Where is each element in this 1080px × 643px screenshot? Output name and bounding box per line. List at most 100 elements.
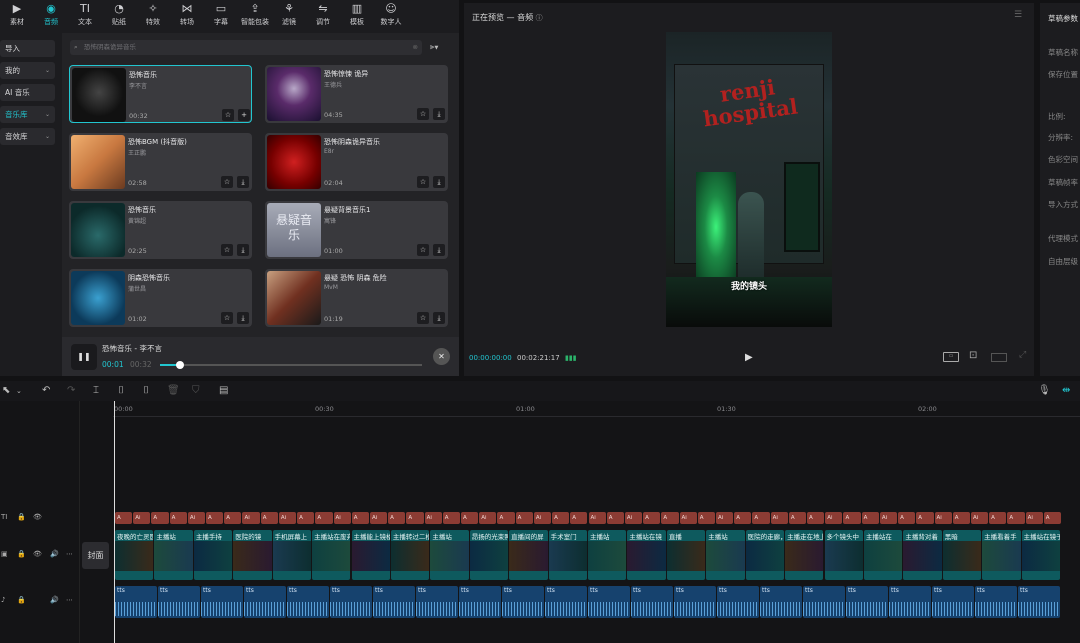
text-segment[interactable]: Ai xyxy=(533,512,552,524)
text-segment[interactable]: Ai xyxy=(242,512,260,524)
download-icon[interactable]: ⤓ xyxy=(433,108,445,120)
text-segment[interactable]: Ai xyxy=(770,512,788,524)
split-icon[interactable]: ⌶ xyxy=(93,385,99,396)
text-segment[interactable]: Ai xyxy=(970,512,989,524)
audio-clip[interactable]: tts xyxy=(502,586,544,618)
audio-clip[interactable]: tts xyxy=(889,586,931,618)
video-clip[interactable]: 夜晚的亡灵医院 xyxy=(115,530,154,580)
nav-item[interactable]: 音乐库 ⌄ xyxy=(0,106,55,123)
video-clip[interactable]: 黑暗 xyxy=(942,530,982,580)
music-card[interactable]: 恐怖音乐 李不言 00:32 ☆ + xyxy=(69,65,252,123)
text-segment[interactable]: A xyxy=(224,512,242,524)
snap-toggle-icon[interactable]: ⇹ xyxy=(1062,385,1070,396)
video-clip[interactable]: 主播站在镜 xyxy=(627,530,666,580)
text-segment[interactable]: A xyxy=(1043,512,1061,524)
audio-mute-icon[interactable]: 🔊 xyxy=(50,596,59,604)
text-segment[interactable]: A xyxy=(351,512,369,524)
tab-transition[interactable]: ⋈ 转场 xyxy=(172,3,202,31)
text-segment[interactable]: A xyxy=(515,512,533,524)
text-segment[interactable]: A xyxy=(643,512,661,524)
video-lock-icon[interactable]: 🔒 xyxy=(17,550,26,558)
text-segment[interactable]: Ai xyxy=(679,512,697,524)
video-eye-icon[interactable]: 👁 xyxy=(33,550,42,558)
audio-clip[interactable]: tts xyxy=(115,586,157,618)
music-card[interactable]: 悬疑背景音乐1 寓锋 01:00 ☆ ⤓ 悬疑音乐 xyxy=(265,201,448,259)
fullscreen-icon[interactable]: ⤢ xyxy=(1019,350,1026,360)
text-segment[interactable]: A xyxy=(734,512,752,524)
download-icon[interactable]: ⤓ xyxy=(433,176,445,188)
video-clip[interactable]: 手术室门 xyxy=(548,530,587,580)
music-card[interactable]: 悬疑 恐怖 阴森 危险 MvM 01:19 ☆ ⤓ xyxy=(265,269,448,327)
audio-clip[interactable]: tts xyxy=(459,586,501,618)
video-mute-icon[interactable]: 🔊 xyxy=(50,550,59,558)
audio-clip[interactable]: tts xyxy=(244,586,286,618)
tab-filter[interactable]: ⚘ 滤镜 xyxy=(274,3,304,31)
text-segment[interactable]: Ai xyxy=(333,512,351,524)
subtitle-toggle-icon[interactable]: ▭ xyxy=(943,352,959,362)
audio-clip[interactable]: tts xyxy=(1018,586,1060,618)
play-button[interactable]: ▶ xyxy=(745,352,753,363)
audio-clip[interactable]: tts xyxy=(158,586,200,618)
select-tool-icon[interactable]: ⬉ xyxy=(2,385,10,396)
tab-digital-human[interactable]: ☺ 数字人 xyxy=(376,3,406,31)
video-more-icon[interactable]: ⋯ xyxy=(66,550,73,558)
text-segment[interactable]: Ai xyxy=(187,512,206,524)
favorite-star-icon[interactable]: ☆ xyxy=(417,244,429,256)
audio-clip[interactable]: tts xyxy=(545,586,587,618)
marker-icon[interactable]: ⛉ xyxy=(192,385,200,396)
tab-sticker[interactable]: ◔ 贴纸 xyxy=(104,3,134,31)
video-clip[interactable]: 多个镜头中 xyxy=(824,530,863,580)
text-segment[interactable]: Ai xyxy=(133,512,151,524)
text-segment[interactable]: A xyxy=(115,512,133,524)
favorite-star-icon[interactable]: ☆ xyxy=(417,176,429,188)
music-card[interactable]: 恐怖惊悚 诡异 王德兵 04:35 ☆ ⤓ xyxy=(265,65,448,123)
text-segment[interactable]: Ai xyxy=(424,512,442,524)
text-segment[interactable]: Ai xyxy=(369,512,388,524)
undo-icon[interactable]: ↶ xyxy=(42,385,50,396)
nav-item[interactable]: 音效库 ⌄ xyxy=(0,128,55,145)
tab-media[interactable]: ▶ 素材 xyxy=(2,3,32,31)
favorite-star-icon[interactable]: ☆ xyxy=(221,176,233,188)
text-segment[interactable]: Ai xyxy=(588,512,606,524)
video-clip[interactable]: 主播站 xyxy=(430,530,469,580)
text-segment[interactable]: A xyxy=(952,512,970,524)
download-icon[interactable]: ⤓ xyxy=(237,244,249,256)
video-clip[interactable]: 主播背对着 xyxy=(903,530,942,580)
nav-item[interactable]: 导入 xyxy=(0,40,55,57)
close-player-button[interactable]: ✕ xyxy=(433,348,450,365)
text-segment[interactable]: A xyxy=(989,512,1007,524)
audio-clip[interactable]: tts xyxy=(201,586,243,618)
audio-clip[interactable]: tts xyxy=(803,586,845,618)
video-clip[interactable]: 主播站 xyxy=(588,530,627,580)
video-clip[interactable]: 主播站 xyxy=(154,530,193,580)
text-segment[interactable]: A xyxy=(260,512,278,524)
audio-clip[interactable]: tts xyxy=(416,586,458,618)
download-icon[interactable]: ⤓ xyxy=(237,176,249,188)
video-clip[interactable]: 医院的镜 xyxy=(233,530,272,580)
split-right-icon[interactable]: ⌷ xyxy=(143,385,149,396)
text-segment[interactable]: A xyxy=(315,512,333,524)
download-icon[interactable]: ⤓ xyxy=(433,312,445,324)
video-clip[interactable]: 昂扬的光束照 xyxy=(469,530,509,580)
audio-clip[interactable]: tts xyxy=(330,586,372,618)
screenshot-icon[interactable]: ⊡ xyxy=(969,350,977,361)
text-segment[interactable]: Ai xyxy=(825,512,843,524)
text-segment[interactable]: Ai xyxy=(715,512,734,524)
split-left-icon[interactable]: ⌷ xyxy=(118,385,124,396)
text-segment[interactable]: A xyxy=(570,512,588,524)
text-segment[interactable]: A xyxy=(788,512,807,524)
download-icon[interactable]: ⤓ xyxy=(433,244,445,256)
video-clip[interactable]: 主播站 xyxy=(706,530,745,580)
search-input[interactable]: ⌕ 恐怖阴森诡异音乐 ⊗ xyxy=(70,40,422,55)
music-card[interactable]: 阴森恐怖音乐 蒲世昌 01:02 ☆ ⤓ xyxy=(69,269,252,327)
video-clip[interactable]: 主播转过二楼 xyxy=(390,530,430,580)
favorite-star-icon[interactable]: ☆ xyxy=(221,312,233,324)
text-segment[interactable]: A xyxy=(406,512,424,524)
video-clip[interactable]: 主播走在地上 xyxy=(785,530,824,580)
music-card[interactable]: 恐怖音乐 黄锦超 02:25 ☆ ⤓ xyxy=(69,201,252,259)
text-segment[interactable]: A xyxy=(552,512,570,524)
audio-clip[interactable]: tts xyxy=(846,586,888,618)
text-segment[interactable]: A xyxy=(151,512,169,524)
text-segment[interactable]: A xyxy=(898,512,916,524)
select-tool-dropdown-icon[interactable]: ⌄ xyxy=(16,387,22,395)
